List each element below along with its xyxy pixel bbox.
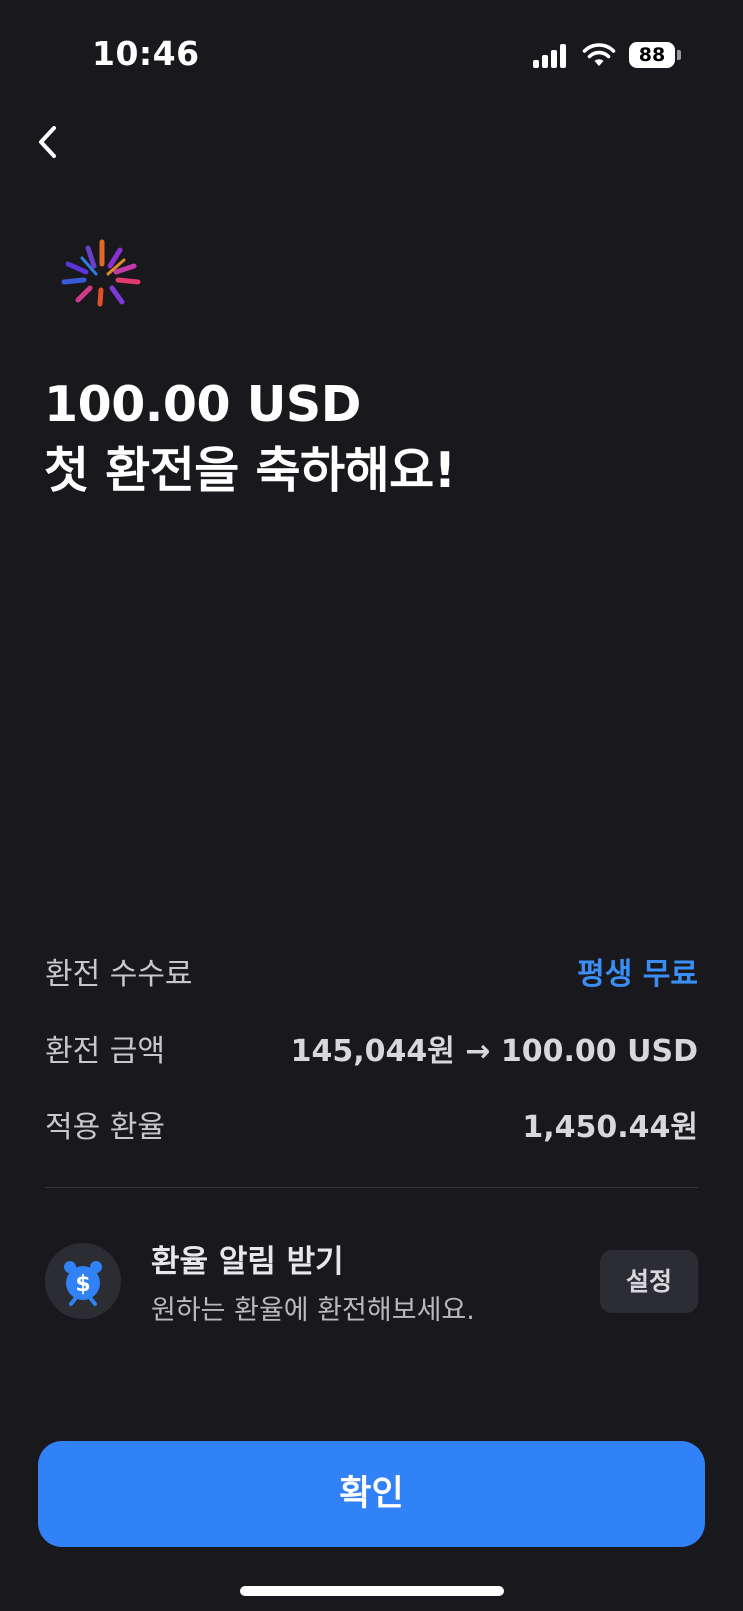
fee-row: 환전 수수료 평생 무료: [45, 953, 698, 997]
chevron-left-icon: [39, 126, 56, 158]
fee-value: 평생 무료: [577, 957, 698, 992]
confirm-button[interactable]: 확인: [38, 1441, 705, 1547]
fireworks-icon: [61, 239, 141, 307]
back-button[interactable]: [30, 120, 74, 164]
exchange-complete-screen: 10:46 88 100.00 USD 첫 환전을 축하해요! 환전 수수료 평…: [0, 0, 743, 1611]
rate-alert-icon-container: $: [45, 1243, 121, 1319]
rate-row: 적용 환율 1,450.44원: [45, 1106, 698, 1150]
svg-text:$: $: [75, 1272, 90, 1297]
headline: 100.00 USD 첫 환전을 축하해요!: [44, 372, 456, 504]
rate-alert-settings-button[interactable]: 설정: [600, 1250, 698, 1313]
rate-value: 1,450.44원: [522, 1110, 698, 1145]
battery-nub: [677, 50, 681, 60]
home-indicator: [240, 1586, 504, 1596]
wifi-icon: [582, 43, 616, 66]
amount-label: 환전 금액: [45, 1034, 165, 1069]
amount-row: 환전 금액 145,044원 → 100.00 USD: [45, 1030, 698, 1074]
rate-alert-subtitle: 원하는 환율에 환전해보세요.: [151, 1295, 475, 1326]
fee-label: 환전 수수료: [45, 957, 193, 992]
alarm-clock-dollar-icon: $: [64, 1261, 102, 1306]
status-time: 10:46: [92, 34, 200, 73]
rate-alert-title: 환율 알림 받기: [151, 1244, 344, 1280]
battery-icon: 88: [629, 42, 675, 68]
rate-label: 적용 환율: [45, 1110, 165, 1145]
cellular-signal-icon: [533, 44, 569, 68]
amount-value: 145,044원 → 100.00 USD: [290, 1034, 698, 1069]
congrats-message: 첫 환전을 축하해요!: [44, 442, 456, 499]
exchange-amount: 100.00 USD: [44, 376, 361, 433]
divider: [45, 1187, 698, 1188]
